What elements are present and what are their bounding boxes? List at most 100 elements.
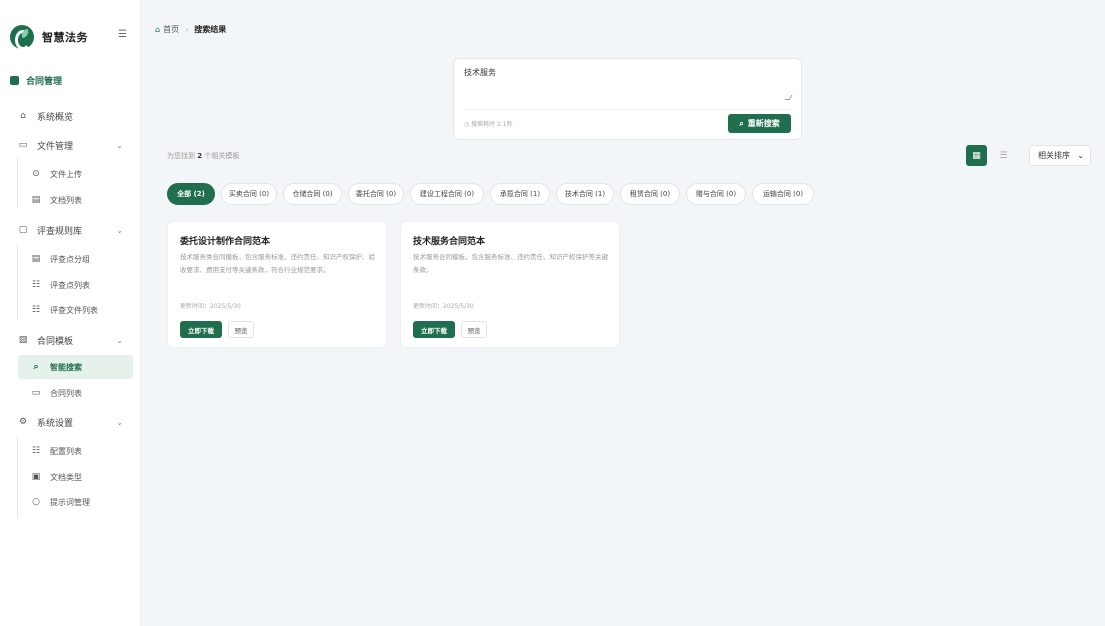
section-label: 合同管理 — [26, 76, 63, 87]
doc-type-icon: ▣ — [31, 472, 41, 482]
category-chip[interactable]: 委托合同 (0) — [348, 183, 404, 205]
preview-button[interactable]: 预览 — [228, 321, 254, 338]
contract-management-icon — [10, 75, 19, 85]
library-icon: ▢ — [18, 225, 28, 235]
sidebar-item-label: 评查规则库 — [37, 226, 83, 237]
sidebar-item-label: 系统概览 — [37, 112, 74, 123]
breadcrumb-separator: › — [185, 24, 189, 34]
list-icon: ☷ — [31, 446, 41, 456]
sidebar-item-point-groups[interactable]: ▤ 评查点分组 — [0, 247, 141, 271]
chevron-down-icon: ⌄ — [116, 140, 123, 150]
category-chip[interactable]: 技术合同 (1) — [556, 183, 614, 205]
card-title[interactable]: 委托设计制作合同范本 — [180, 234, 270, 247]
template-icon: ▧ — [18, 335, 28, 345]
download-button[interactable]: 立即下载 — [180, 321, 222, 338]
sidebar-item-label: 智能搜索 — [50, 362, 82, 372]
template-card[interactable]: 技术服务合同范本 技术服务合同模板，包含服务标准、违约责任、知识产权保护等关键条… — [400, 221, 620, 348]
preview-button[interactable]: 预览 — [461, 321, 487, 338]
sidebar-item-label: 评查点列表 — [50, 280, 90, 290]
sidebar-item-review-files[interactable]: ☷ 评查文件列表 — [0, 298, 141, 322]
sidebar-item-doc-types[interactable]: ▣ 文档类型 — [0, 465, 141, 489]
research-button-label: 重新搜索 — [747, 119, 780, 128]
breadcrumb-home[interactable]: 首页 — [163, 24, 179, 35]
research-button[interactable]: ⌕ 重新搜索 — [728, 114, 791, 133]
folder-icon: ▭ — [31, 388, 41, 398]
search-icon: ⌕ — [739, 118, 744, 128]
category-chip[interactable]: 租赁合同 (0) — [620, 183, 680, 205]
chevron-down-icon: ⌄ — [116, 335, 123, 345]
sidebar-item-doc-list[interactable]: ▤ 文档列表 — [0, 188, 141, 212]
sidebar-item-label: 文件上传 — [50, 169, 82, 179]
group-icon: ▤ — [31, 254, 41, 264]
sidebar-item-label: 配置列表 — [50, 446, 82, 456]
sidebar-item-label: 评查文件列表 — [50, 305, 98, 315]
sidebar-item-file-management[interactable]: ▭ 文件管理 ⌄ — [0, 133, 141, 157]
list-icon: ☷ — [31, 305, 41, 315]
sidebar-item-label: 文档列表 — [50, 195, 82, 205]
card-title[interactable]: 技术服务合同范本 — [413, 234, 485, 247]
home-icon: ⌂ — [20, 111, 26, 121]
search-input[interactable]: 技术服务 — [464, 67, 496, 78]
sidebar-item-label: 文档类型 — [50, 472, 82, 482]
category-chip[interactable]: 承揽合同 (1) — [490, 183, 550, 205]
sidebar-item-system-settings[interactable]: ⚙ 系统设置 ⌄ — [0, 410, 141, 434]
category-filter: 全部 (2) 买卖合同 (0) 仓储合同 (0) 委托合同 (0) 建设工程合同… — [167, 183, 820, 205]
sidebar-item-prompt-management[interactable]: ○ 提示词管理 — [0, 490, 141, 514]
search-icon: ⌕ — [33, 362, 39, 372]
template-card[interactable]: 委托设计制作合同范本 技术服务类合同模板，包含服务标准、违约责任、知识产权保护、… — [167, 221, 387, 348]
sidebar-item-overview[interactable]: ⌂ 系统概览 — [0, 104, 141, 128]
sidebar-item-rule-library[interactable]: ▢ 评查规则库 ⌄ — [0, 218, 141, 242]
list-view-icon[interactable]: ☰ — [993, 145, 1014, 166]
sort-selected: 相关排序 — [1038, 151, 1070, 160]
resize-handle-icon[interactable] — [784, 95, 793, 100]
category-chip[interactable]: 运输合同 (0) — [752, 183, 814, 205]
list-icon: ☷ — [31, 280, 41, 290]
sidebar-item-file-upload[interactable]: ⊙ 文件上传 — [0, 162, 141, 186]
sidebar-item-label: 文件管理 — [37, 141, 74, 152]
card-updated-date: 更新时间：2025/5/30 — [180, 303, 241, 310]
search-time-text: 搜索耗时 2.1秒 — [471, 121, 513, 128]
sidebar-item-point-list[interactable]: ☷ 评查点列表 — [0, 273, 141, 297]
sidebar-item-label: 提示词管理 — [50, 497, 90, 507]
folder-icon: ▭ — [18, 140, 28, 150]
sidebar-item-contract-templates[interactable]: ▧ 合同模板 ⌄ — [0, 328, 141, 352]
chevron-down-icon: ⌄ — [116, 225, 123, 235]
category-chip[interactable]: 仓储合同 (0) — [283, 183, 342, 205]
card-updated-date: 更新时间：2025/5/30 — [413, 303, 474, 310]
view-toggle: ▦ ☰ — [966, 145, 1019, 166]
card-description: 技术服务类合同模板，包含服务标准、违约责任、知识产权保护、验收要求、费用支付等关… — [180, 253, 375, 274]
app-title: 智慧法务 — [42, 31, 88, 44]
divider — [464, 109, 791, 110]
sidebar: 智慧法务 ☰ 合同管理 ⌂ 系统概览 ▭ 文件管理 ⌄ ⊙ 文件上传 ▤ 文档列… — [0, 0, 141, 626]
sidebar-item-label: 评查点分组 — [50, 254, 90, 264]
sort-select[interactable]: 相关排序 ⌄ — [1029, 145, 1091, 166]
sidebar-item-label: 系统设置 — [37, 418, 74, 429]
collapse-menu-icon[interactable]: ☰ — [118, 30, 128, 40]
chevron-down-icon: ⌄ — [116, 417, 123, 427]
sidebar-item-smart-search[interactable]: ⌕ 智能搜索 — [18, 355, 133, 379]
breadcrumb-current: 搜索结果 — [194, 24, 227, 34]
category-chip[interactable]: 赠与合同 (0) — [686, 183, 746, 205]
category-chip[interactable]: 建设工程合同 (0) — [410, 183, 484, 205]
grid-view-icon[interactable]: ▦ — [966, 145, 987, 166]
sidebar-item-contract-list[interactable]: ▭ 合同列表 — [0, 381, 141, 405]
category-chip[interactable]: 买卖合同 (0) — [221, 183, 277, 205]
search-time: ◷ 搜索耗时 2.1秒 — [464, 119, 513, 128]
sidebar-item-config-list[interactable]: ☷ 配置列表 — [0, 439, 141, 463]
upload-icon: ⊙ — [32, 169, 40, 179]
app-logo-icon — [10, 25, 34, 50]
result-count-prefix: 为您找到 — [167, 152, 195, 160]
result-count-suffix: 个相关模板 — [204, 152, 240, 160]
app-logo-row: 智慧法务 ☰ — [10, 24, 132, 50]
gear-icon: ⚙ — [18, 417, 28, 427]
home-icon[interactable]: ⌂ — [155, 25, 160, 34]
sidebar-item-label: 合同模板 — [37, 336, 74, 347]
card-description: 技术服务合同模板，包含服务标准、违约责任、知识产权保护等关键条款。 — [413, 253, 608, 274]
result-count: 为您找到 2 个相关模板 — [167, 151, 239, 161]
download-button[interactable]: 立即下载 — [413, 321, 455, 338]
chevron-down-icon: ⌄ — [1077, 151, 1084, 160]
section-contract-management[interactable]: 合同管理 — [10, 72, 62, 88]
sidebar-item-label: 合同列表 — [50, 388, 82, 398]
breadcrumb: ⌂ 首页 › 搜索结果 — [155, 23, 226, 35]
category-chip-all[interactable]: 全部 (2) — [167, 183, 215, 205]
